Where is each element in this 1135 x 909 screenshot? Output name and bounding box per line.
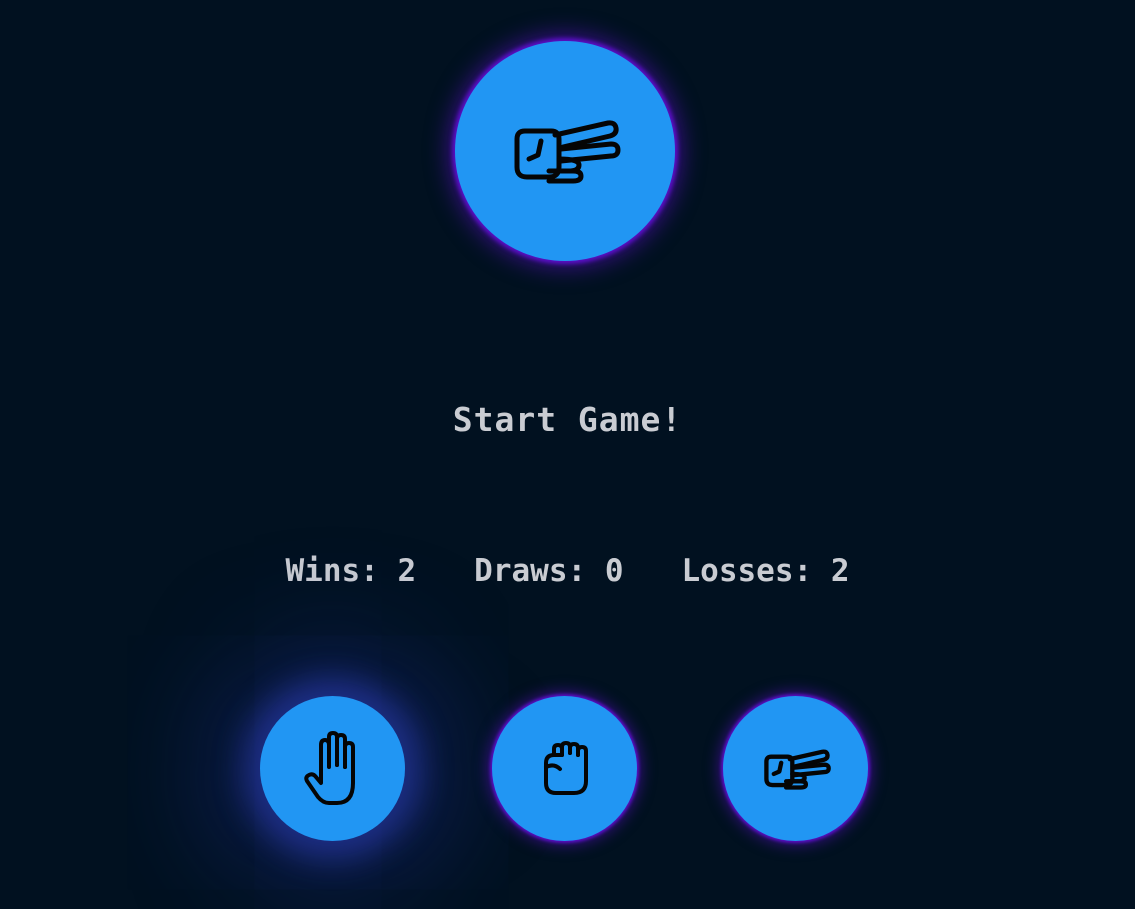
paper-hand-icon (303, 730, 363, 807)
draws-label: Draws: (474, 553, 587, 589)
computer-choice-display (455, 41, 675, 261)
game-stage: Start Game! Wins: 2 Draws: 0 Losses: 2 (0, 0, 1135, 909)
game-status-text: Start Game! (452, 400, 683, 439)
losses-count: 2 (830, 553, 850, 589)
wins-count: 2 (397, 553, 417, 589)
scissors-hand-icon (759, 744, 833, 794)
losses-label: Losses: (681, 553, 813, 589)
scissors-button[interactable] (723, 696, 868, 841)
scissors-hand-icon (505, 111, 625, 191)
rock-fist-icon (540, 740, 590, 797)
scoreboard: Wins: 2 Draws: 0 Losses: 2 (0, 553, 1135, 589)
rock-button[interactable] (492, 696, 637, 841)
draws-count: 0 (604, 553, 624, 589)
wins-label: Wins: (285, 553, 379, 589)
paper-button[interactable] (260, 696, 405, 841)
